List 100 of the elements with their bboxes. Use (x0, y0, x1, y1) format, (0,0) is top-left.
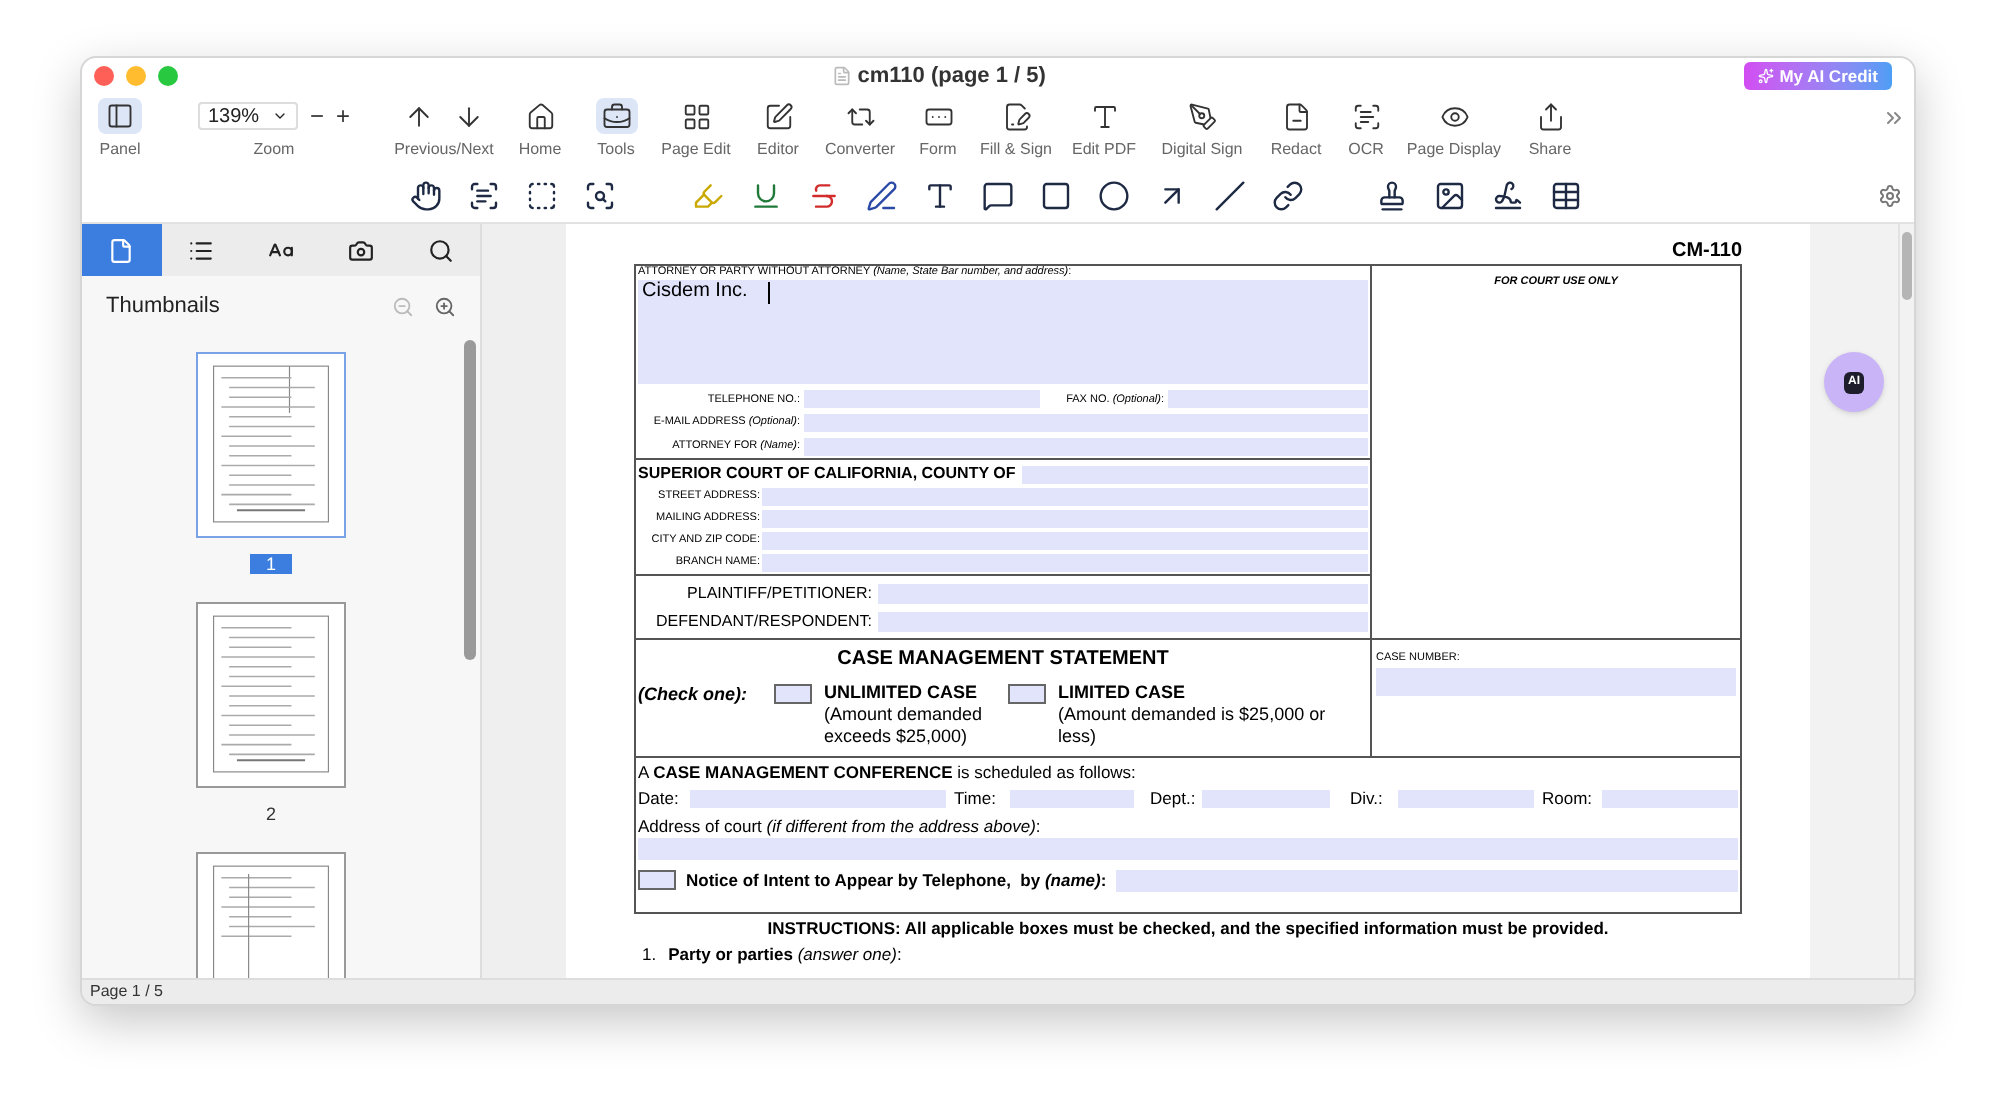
pen-icon[interactable] (866, 180, 898, 212)
link-icon[interactable] (1272, 180, 1304, 212)
underline-icon[interactable] (750, 180, 782, 212)
hand-icon[interactable] (410, 180, 442, 212)
form-field[interactable] (878, 611, 1368, 631)
toolbar-label: Page Display (1406, 138, 1502, 162)
case-type-title: UNLIMITED CASE (824, 682, 979, 704)
form-field[interactable] (804, 413, 1368, 432)
form-field[interactable] (878, 583, 1368, 603)
form-field[interactable] (1398, 789, 1534, 807)
form-field[interactable] (1021, 465, 1368, 483)
edit-icon (763, 101, 793, 131)
close-button[interactable] (94, 66, 114, 86)
form-code: CM-110 (1671, 240, 1742, 264)
form-field[interactable] (762, 554, 1368, 572)
form-field[interactable] (1010, 789, 1134, 807)
toolbar-label: Tools (597, 138, 635, 162)
text-recognition-icon[interactable] (468, 180, 500, 212)
strikethrough-icon[interactable] (808, 180, 840, 212)
case-type-description: (Amount demanded exceeds $25,000) (824, 704, 985, 748)
form-field[interactable] (1202, 789, 1330, 807)
signature-icon[interactable] (1492, 180, 1524, 212)
notice-text: Notice of Intent to Appear by Telephone, by (name): (686, 868, 1107, 894)
text-icon[interactable] (924, 180, 956, 212)
zoom-area-icon[interactable] (584, 180, 616, 212)
toolbar-label: Form (919, 138, 957, 162)
toolbar-label: Redact (1270, 138, 1322, 162)
toolbar-label: Editor (757, 138, 799, 162)
court-heading: SUPERIOR COURT OF CALIFORNIA, COUNTY OF (636, 462, 1018, 486)
form-field[interactable] (762, 532, 1368, 550)
checkbox[interactable] (638, 870, 676, 891)
page-thumbnail[interactable] (196, 352, 346, 538)
toolbar-label: Share (1528, 138, 1572, 162)
form-field[interactable] (804, 390, 1040, 409)
toolbar-label: Converter (824, 138, 896, 162)
zoom-label: Zoom (253, 138, 295, 162)
document-icon (831, 66, 852, 86)
field-label: Time: (954, 785, 998, 811)
sidebar-icon (106, 102, 134, 130)
checkbox[interactable] (1008, 684, 1046, 704)
form-field[interactable] (762, 510, 1368, 528)
panel-label: Panel (99, 138, 141, 162)
zoom-out-button[interactable]: − (309, 104, 324, 128)
zoom-select[interactable]: 139% (197, 102, 298, 130)
circle-icon[interactable] (1098, 180, 1130, 212)
field-label: Dept.: (1150, 785, 1198, 811)
camera-icon (347, 237, 374, 263)
pen-nib-icon (1187, 101, 1217, 131)
status-text: Page 1 / 5 (90, 980, 163, 1004)
sparkle-icon (1757, 68, 1774, 84)
party-label: DEFENDANT/RESPONDENT: (653, 609, 874, 633)
toolbar-icon-button[interactable] (595, 98, 637, 134)
field-label: Div.: (1350, 785, 1385, 811)
scrollbar-thumb[interactable] (1902, 232, 1912, 300)
address-label: Address of court (if different from the address above): (638, 814, 1043, 838)
arrow-down-icon (454, 101, 484, 131)
more-icon[interactable] (1882, 106, 1906, 130)
table-icon[interactable] (1550, 180, 1582, 212)
address-field[interactable] (638, 838, 1738, 860)
share-icon (1535, 101, 1565, 131)
zoom-in-icon[interactable] (434, 295, 456, 317)
panel-title: Thumbnails (106, 291, 220, 322)
form-field[interactable] (1116, 869, 1738, 892)
ocr-icon (1351, 101, 1381, 131)
line-icon[interactable] (1214, 180, 1246, 212)
checkbox[interactable] (774, 684, 812, 704)
redact-icon (1281, 101, 1311, 131)
check-one-label: (Check one): (638, 682, 750, 708)
statement-title: CASE MANAGEMENT STATEMENT (837, 646, 1169, 674)
toolbar-label: Digital Sign (1161, 138, 1243, 162)
party-label: PLAINTIFF/PETITIONER: (685, 581, 874, 605)
home-icon (525, 101, 555, 131)
comment-icon[interactable] (982, 180, 1014, 212)
zoom-in-button[interactable]: + (336, 104, 351, 128)
eye-icon (1439, 101, 1469, 131)
page-icon (108, 237, 135, 263)
form-field[interactable] (1602, 789, 1738, 807)
scrollbar-thumb[interactable] (464, 340, 476, 660)
panel-button[interactable] (98, 98, 142, 134)
form-field[interactable] (690, 789, 946, 807)
page-thumbnail[interactable] (196, 602, 346, 788)
page-number: 2 (263, 804, 278, 824)
image-icon[interactable] (1434, 180, 1466, 212)
rectangle-icon[interactable] (1040, 180, 1072, 212)
text-cursor-icon (1089, 101, 1119, 131)
window-title: cm110 (page 1 / 5) (857, 61, 1046, 92)
instructions-text: INSTRUCTIONS: All applicable boxes must be checked, and the specified information must be provided. (767, 918, 1609, 940)
list-icon (188, 237, 215, 263)
field-label: Date: (638, 785, 681, 811)
form-field[interactable] (804, 437, 1368, 456)
area-select-icon[interactable] (526, 180, 558, 212)
grid-icon (681, 101, 711, 131)
attorney-field[interactable]: Cisdem Inc. (638, 280, 1368, 384)
settings-icon[interactable] (1878, 184, 1902, 208)
conference-text: A CASE MANAGEMENT CONFERENCE is scheduled as follows: (638, 762, 1138, 784)
toolbar-label: Page Edit (661, 138, 731, 162)
case-number-field[interactable] (1376, 668, 1736, 696)
form-field[interactable] (1168, 390, 1368, 409)
stamp-icon[interactable] (1376, 180, 1408, 212)
form-field[interactable] (762, 488, 1368, 506)
